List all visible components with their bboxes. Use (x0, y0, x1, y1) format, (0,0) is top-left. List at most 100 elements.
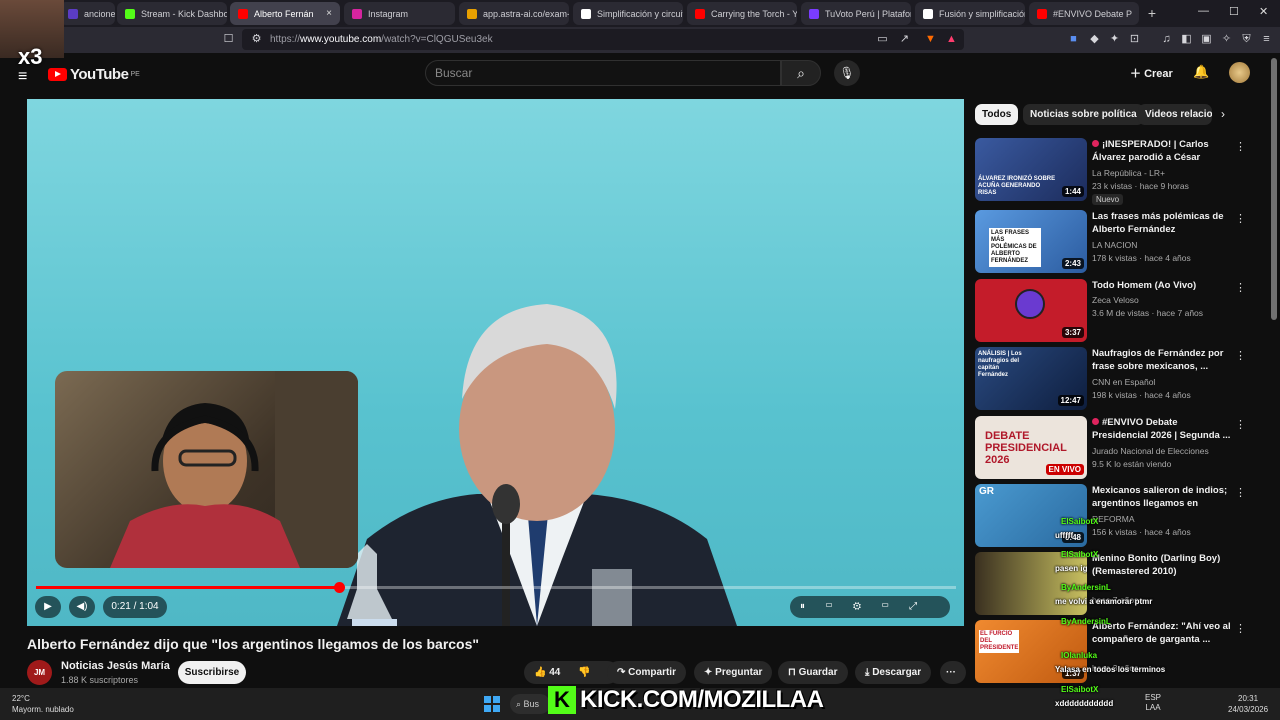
video-progress-bar[interactable] (36, 582, 956, 593)
video-thumbnail[interactable]: LAS FRASES MÁS POLÉMICAS DE ALBERTO FERN… (975, 210, 1087, 273)
dislike-button[interactable]: 👎 (578, 667, 590, 678)
pause-icon[interactable]: ⏸ (800, 601, 825, 612)
url-field[interactable]: https://www.youtube.com/watch?v=ClQGUSeu… (242, 29, 964, 50)
recommendation-item[interactable]: Menino Bonito (Darling Boy) (Remastered … (975, 552, 1265, 616)
recommendation-channel[interactable]: REFORMA (1092, 514, 1135, 524)
recommendation-channel[interactable]: LA NACION (1092, 240, 1137, 250)
recommendation-channel[interactable]: CNN en Español (1092, 377, 1155, 387)
progress-scrubber-handle[interactable] (333, 582, 345, 593)
chip-politics[interactable]: Noticias sobre política (1023, 104, 1144, 125)
video-player[interactable] (27, 99, 964, 626)
search-button[interactable]: ⌕ (781, 60, 821, 86)
new-tab-button[interactable]: + (1143, 4, 1161, 22)
video-thumbnail[interactable]: DEBATE PRESIDENCIAL 2026 EN VIVO (975, 416, 1087, 479)
recommendation-channel[interactable]: Zeca Veloso (1092, 295, 1139, 305)
more-vert-icon[interactable]: ⋮ (1235, 349, 1246, 362)
sidebar-icon[interactable]: ◧ (1180, 33, 1193, 46)
share-icon[interactable]: ↗ (898, 33, 911, 46)
browser-tab[interactable]: TuVoto Perú | Plataform (801, 2, 911, 25)
share-button[interactable]: ↷ Compartir (607, 661, 686, 684)
create-button[interactable]: ＋ Crear (1130, 65, 1173, 81)
recommendation-item[interactable]: ANÁLISIS | Los naufragios del capitán Fe… (975, 347, 1265, 411)
vpn-icon[interactable]: ⛨ (1240, 33, 1253, 46)
maximize-button[interactable]: ☐ (1229, 5, 1239, 18)
recommendation-item[interactable]: 3:37 Todo Homem (Ao Vivo) Zeca Veloso 3.… (975, 279, 1265, 343)
region-code: PE (130, 71, 140, 78)
windows-start-icon[interactable] (484, 696, 500, 712)
reader-view-icon[interactable]: ▭ (876, 33, 889, 46)
browser-tab[interactable]: Instagram (344, 2, 455, 25)
search-input[interactable]: Buscar (425, 60, 781, 86)
recommendation-item[interactable]: LAS FRASES MÁS POLÉMICAS DE ALBERTO FERN… (975, 210, 1265, 274)
volume-button[interactable]: ◀) (69, 596, 95, 618)
rewards-icon[interactable]: ▲ (945, 33, 958, 46)
channel-name[interactable]: Noticias Jesús María (61, 660, 170, 672)
recommendation-item[interactable]: EL FURCIO DEL PRESIDENTE 1:37 Alberto Fer… (975, 620, 1265, 684)
recommendation-meta: 9.5 K lo están viendo (1092, 459, 1172, 469)
youtube-logo[interactable]: YouTube PE (48, 66, 140, 83)
save-button[interactable]: ⊓ Guardar (778, 661, 848, 684)
settings-gear-icon[interactable]: ⚙ (853, 601, 881, 612)
more-vert-icon[interactable]: ⋮ (1235, 622, 1246, 635)
close-icon[interactable]: × (326, 8, 332, 19)
channel-avatar[interactable]: JM (27, 660, 52, 685)
browser-tab[interactable]: Simplificación y circuit (573, 2, 683, 25)
fullscreen-icon[interactable]: ⤢ (909, 601, 937, 612)
chip-related[interactable]: Videos relacion (1138, 104, 1212, 125)
recommendation-item[interactable]: ÁLVAREZ IRONIZÓ SOBRE ACUÑA GENERANDO RI… (975, 138, 1265, 205)
more-actions-button[interactable]: ··· (940, 661, 966, 684)
wallet-icon[interactable]: ▣ (1200, 33, 1213, 46)
more-vert-icon[interactable]: ⋮ (1235, 418, 1246, 431)
ask-button[interactable]: ✦ Preguntar (694, 661, 773, 684)
more-vert-icon[interactable]: ⋮ (1235, 140, 1246, 153)
avatar[interactable] (1229, 62, 1250, 83)
recommendation-channel[interactable]: La República - LR+ (1092, 168, 1165, 178)
chevron-right-icon[interactable]: › (1221, 107, 1225, 121)
play-button[interactable]: ▶ (35, 596, 61, 618)
ai-icon[interactable]: ✧ (1220, 33, 1233, 46)
weather-widget[interactable]: 22°C Mayorm. nublado (12, 693, 74, 715)
extension-icon[interactable]: ✦ (1108, 33, 1121, 46)
menu-icon[interactable]: ≡ (1260, 33, 1273, 46)
music-icon[interactable]: ♫ (1160, 33, 1173, 46)
recommendation-channel[interactable]: Jurado Nacional de Elecciones (1092, 446, 1209, 456)
browser-tab-active[interactable]: Alberto Fernán × (230, 2, 340, 25)
translate-icon[interactable]: ■ (1067, 33, 1080, 46)
language-indicator[interactable]: ESP LAA (1145, 693, 1161, 713)
download-button[interactable]: ⤓ Descargar (855, 661, 932, 684)
bookmark-icon[interactable]: ☐ (222, 33, 235, 46)
minimize-button[interactable]: — (1198, 5, 1209, 17)
recommendation-item[interactable]: GR 0:48 Mexicanos salieron de indios; arg… (975, 484, 1265, 548)
more-vert-icon[interactable]: ⋮ (1235, 281, 1246, 294)
browser-tab[interactable]: app.astra-ai.co/exam-p (459, 2, 569, 25)
taskbar-clock[interactable]: 20:31 24/03/2026 (1228, 693, 1268, 715)
video-thumbnail[interactable]: ÁLVAREZ IRONIZÓ SOBRE ACUÑA GENERANDO RI… (975, 138, 1087, 201)
brave-shield-icon[interactable]: ▼ (924, 33, 937, 46)
browser-tab[interactable]: Fusión y simplificación (915, 2, 1025, 25)
chip-all[interactable]: Todos (975, 104, 1019, 125)
video-thumbnail[interactable]: 3:37 (975, 279, 1087, 342)
more-vert-icon[interactable]: ⋮ (1235, 486, 1246, 499)
site-info-icon[interactable]: ⚙ (250, 33, 263, 46)
video-progress-fill (36, 582, 345, 593)
taskbar-search[interactable]: ⌕ Bus (510, 694, 550, 714)
menu-icon[interactable]: ≡ (18, 68, 27, 86)
subtitles-icon[interactable]: ▭ (825, 601, 853, 612)
page-scrollbar[interactable] (1271, 58, 1277, 320)
new-badge: Nuevo (1092, 194, 1124, 205)
close-window-button[interactable]: ✕ (1259, 5, 1268, 18)
extension-icon[interactable]: ◆ (1088, 33, 1101, 46)
browser-tab[interactable]: Carrying the Torch - Yo (687, 2, 797, 25)
more-vert-icon[interactable]: ⋮ (1235, 212, 1246, 225)
browser-tab[interactable]: Stream - Kick Dashboa (117, 2, 227, 25)
recommendation-item[interactable]: DEBATE PRESIDENCIAL 2026 EN VIVO #ENVIVO … (975, 416, 1265, 480)
browser-tab[interactable]: #ENVIVO Debate P (1029, 2, 1139, 25)
voice-search-button[interactable]: 🎙 (834, 60, 860, 86)
screenshot-icon[interactable]: ⊡ (1128, 33, 1141, 46)
browser-tab[interactable]: anciones qu (60, 2, 115, 25)
subscribe-button[interactable]: Suscribirse (178, 661, 246, 684)
theater-mode-icon[interactable]: ▭ (881, 601, 909, 612)
video-thumbnail[interactable]: ANÁLISIS | Los naufragios del capitán Fe… (975, 347, 1087, 410)
notifications-bell-icon[interactable]: 🔔 (1193, 64, 1209, 80)
like-button[interactable]: 👍 44 (534, 667, 560, 678)
